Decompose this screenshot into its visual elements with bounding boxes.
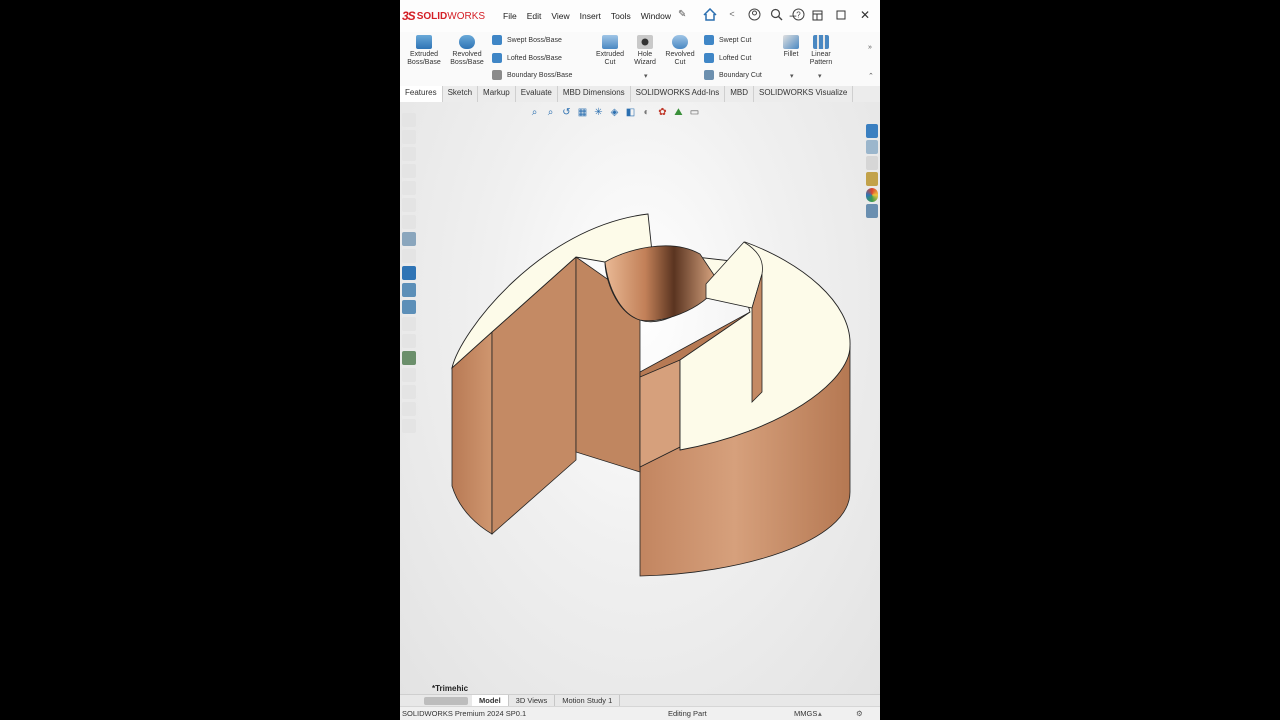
units-selector[interactable]: MMGS (794, 709, 817, 718)
swept-cut-button[interactable]: Swept Cut (704, 34, 751, 46)
swept-boss-button[interactable]: Swept Boss/Base (492, 34, 562, 46)
solidworks-logo[interactable]: 3S SOLID WORKS (402, 8, 485, 24)
swept-boss-label: Swept Boss/Base (507, 36, 562, 44)
swept-cut-icon (704, 35, 714, 45)
extrude-icon (416, 35, 432, 49)
boundary-boss-label: Boundary Boss/Base (507, 71, 573, 79)
tab-mbd-dimensions[interactable]: MBD Dimensions (558, 86, 631, 102)
lofted-cut-icon (704, 53, 714, 63)
boundary-icon (492, 70, 502, 80)
hole-wizard-dropdown-icon[interactable]: ▾ (644, 72, 648, 80)
hole-wizard-icon (637, 35, 653, 49)
user-circle-icon[interactable] (746, 6, 762, 22)
home-icon[interactable] (702, 6, 718, 22)
command-tabs: Features Sketch Markup Evaluate MBD Dime… (400, 86, 880, 104)
menu-view[interactable]: View (546, 11, 574, 21)
right-boss-face[interactable] (705, 241, 763, 309)
tab-scroll-handle[interactable] (424, 697, 468, 705)
linear-pattern-label: Linear Pattern (809, 51, 833, 66)
menu-edit[interactable]: Edit (522, 11, 547, 21)
search-icon[interactable] (768, 6, 784, 22)
menu-insert[interactable]: Insert (575, 11, 606, 21)
fillet-button[interactable]: Fillet (780, 35, 802, 59)
hole-wizard-button[interactable]: Hole Wizard (628, 35, 662, 67)
part-name-label: *Trimehic (432, 684, 469, 693)
boundary-boss-button[interactable]: Boundary Boss/Base (492, 69, 572, 81)
tab-markup[interactable]: Markup (478, 86, 516, 102)
linear-pattern-icon (813, 35, 829, 49)
part-model[interactable] (400, 102, 880, 694)
lofted-cut-label: Lofted Cut (719, 54, 752, 62)
version-text: SOLIDWORKS Premium 2024 SP0.1 (402, 709, 527, 718)
close-icon[interactable]: ✕ (856, 6, 874, 24)
tab-evaluate[interactable]: Evaluate (516, 86, 558, 102)
extruded-cut-icon (602, 35, 618, 49)
mode-text: Editing Part (668, 709, 707, 718)
logo-solid-text: SOLID (416, 10, 448, 22)
extruded-cut-button[interactable]: Extruded Cut (592, 35, 628, 67)
revolved-cut-button[interactable]: Revolved Cut (662, 35, 698, 67)
solidworks-window: 3S SOLID WORKS File Edit View Insert Too… (400, 0, 880, 720)
swept-cut-label: Swept Cut (719, 36, 752, 44)
restore-icon[interactable] (808, 6, 826, 24)
tab-addins[interactable]: SOLIDWORKS Add-Ins (631, 86, 726, 102)
tab-visualize[interactable]: SOLIDWORKS Visualize (754, 86, 854, 102)
window-controls: – ✕ (784, 6, 874, 24)
graphics-viewport[interactable]: ⌕ ⌕ ↺ ▦ ✳ ◈ ◧ ◐ ✿ ⛰ ▭ *Trimehic (400, 102, 880, 694)
linear-pattern-button[interactable]: Linear Pattern (804, 35, 838, 67)
chevron-left-icon[interactable]: < (724, 6, 740, 22)
extruded-boss-label: Extruded Boss/Base (407, 51, 441, 66)
fillet-icon (783, 35, 799, 49)
logo-works-text: WORKS (447, 10, 486, 22)
revolved-cut-label: Revolved Cut (665, 51, 695, 66)
tab-mbd[interactable]: MBD (725, 86, 755, 102)
pin-menu-icon[interactable]: ✎ (678, 9, 686, 20)
boundary-cut-icon (704, 70, 714, 80)
ribbon-more-icon[interactable]: » (868, 44, 872, 51)
boundary-cut-label: Boundary Cut (719, 71, 762, 79)
loft-icon (492, 53, 502, 63)
revolved-boss-label: Revolved Boss/Base (450, 51, 484, 66)
extruded-boss-button[interactable]: Extruded Boss/Base (404, 35, 444, 67)
revolved-boss-button[interactable]: Revolved Boss/Base (446, 35, 488, 67)
fillet-dropdown-icon[interactable]: ▾ (790, 72, 794, 80)
lofted-boss-button[interactable]: Lofted Boss/Base (492, 52, 562, 64)
lofted-boss-label: Lofted Boss/Base (507, 54, 562, 62)
menu-bar: File Edit View Insert Tools Window (498, 11, 676, 21)
ribbon-collapse-icon[interactable]: ⌃ (868, 72, 874, 80)
units-dropdown-icon[interactable]: ▴ (818, 709, 822, 718)
title-bar: 3S SOLID WORKS File Edit View Insert Too… (400, 0, 880, 33)
customize-status-icon[interactable]: ⚙ (856, 709, 863, 718)
status-bar: SOLIDWORKS Premium 2024 SP0.1 Editing Pa… (400, 706, 880, 720)
revolve-icon (459, 35, 475, 49)
minimize-icon[interactable]: – (784, 6, 802, 24)
maximize-icon[interactable] (832, 6, 850, 24)
tab-sketch[interactable]: Sketch (443, 86, 479, 102)
features-ribbon: Extruded Boss/Base Revolved Boss/Base Sw… (400, 32, 880, 87)
revolved-cut-icon (672, 35, 688, 49)
extruded-cut-label: Extruded Cut (595, 51, 625, 66)
lofted-cut-button[interactable]: Lofted Cut (704, 52, 751, 64)
menu-tools[interactable]: Tools (606, 11, 636, 21)
ds-logo-mark: 3S (402, 9, 416, 23)
menu-window[interactable]: Window (636, 11, 676, 21)
fillet-label: Fillet (783, 51, 799, 58)
boundary-cut-button[interactable]: Boundary Cut (704, 69, 762, 81)
hole-wizard-label: Hole Wizard (634, 51, 656, 66)
menu-file[interactable]: File (498, 11, 522, 21)
swept-icon (492, 35, 502, 45)
pattern-dropdown-icon[interactable]: ▾ (818, 72, 822, 80)
